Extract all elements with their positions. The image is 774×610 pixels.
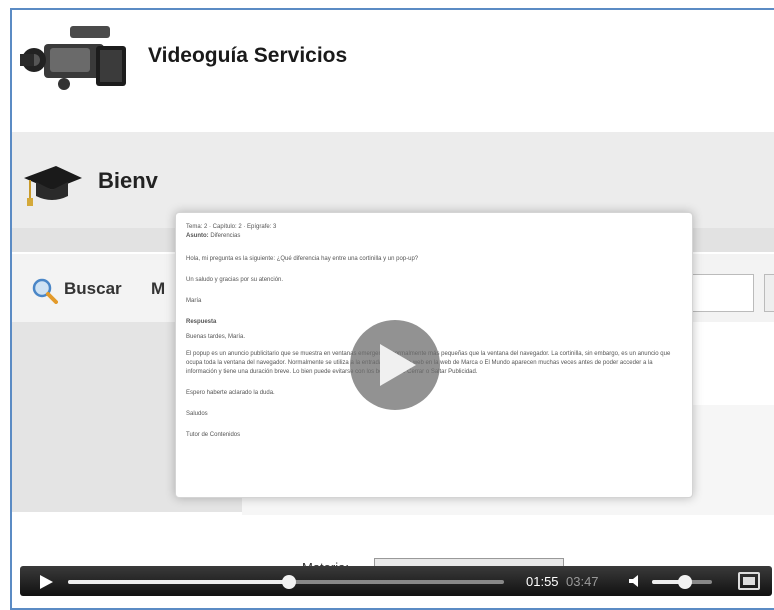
fullscreen-button[interactable] [738, 572, 760, 590]
video-control-bar: 01:55 03:47 [20, 566, 772, 596]
play-pause-button[interactable] [38, 574, 54, 590]
current-time: 01:55 [526, 574, 559, 589]
page-title: Videoguía Servicios [148, 44, 348, 67]
graduation-cap-icon [24, 166, 82, 206]
background-search-input [684, 274, 754, 312]
welcome-heading: Bienv [98, 168, 158, 193]
question-signature: María [186, 298, 202, 304]
play-icon [380, 344, 416, 386]
video-camera-icon [20, 26, 126, 90]
thanks-text: Un saludo y gracias por su atención. [186, 277, 284, 283]
volume-handle[interactable] [678, 575, 692, 589]
volume-icon[interactable] [628, 573, 644, 589]
partial-menu-label: M [151, 279, 166, 298]
total-time: 03:47 [566, 574, 599, 589]
background-search-button [764, 274, 774, 312]
search-icon [32, 278, 58, 304]
fullscreen-icon [743, 577, 755, 585]
answer-hope: Espero haberte aclarado la duda. [186, 390, 275, 396]
subject-label: Asunto: [186, 233, 209, 239]
seek-bar-progress [68, 580, 290, 584]
answer-label: Respuesta [186, 319, 217, 325]
video-frame: Videoguía Servicios Bienv Buscar M Mater… [10, 8, 774, 610]
answer-signoff: Tutor de Contenidos [186, 432, 241, 438]
search-label: Buscar [64, 279, 122, 298]
question-text: Hola, mi pregunta es la siguiente: ¿Qué … [186, 256, 419, 262]
answer-greeting: Buenas tardes, María. [186, 334, 246, 340]
big-play-button[interactable] [350, 320, 440, 410]
volume-slider[interactable] [652, 575, 712, 589]
subject-value: Diferencias [210, 233, 241, 239]
seek-bar[interactable] [68, 575, 504, 589]
card-header-line: Tema: 2 · Capítulo: 2 · Epígrafe: 3 [186, 224, 277, 230]
seek-handle[interactable] [282, 575, 297, 589]
answer-bye: Saludos [186, 411, 208, 417]
